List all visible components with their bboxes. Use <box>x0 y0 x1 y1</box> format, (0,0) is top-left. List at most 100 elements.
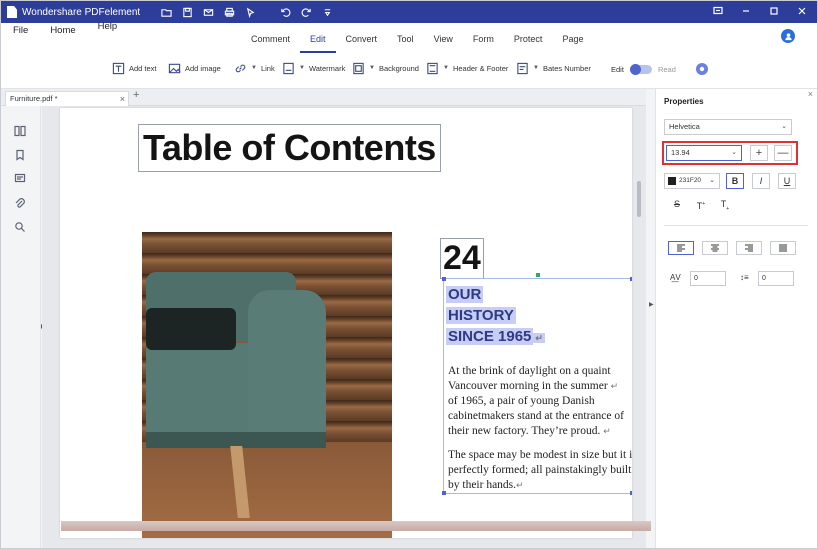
customize-arrow-icon[interactable] <box>321 6 334 18</box>
minimize-icon[interactable] <box>739 4 753 18</box>
vertical-scrollbar[interactable] <box>637 181 641 217</box>
tab-form[interactable]: Form <box>463 31 504 53</box>
header-footer-dropdown-icon: ▼ <box>443 65 449 71</box>
undo-icon[interactable] <box>279 6 292 18</box>
close-tab-icon[interactable]: × <box>120 92 125 106</box>
user-avatar-icon[interactable] <box>781 29 795 43</box>
para-line: of 1965, a pair of young Danish <box>448 395 595 407</box>
window-controls <box>711 4 809 18</box>
bookmark-icon[interactable] <box>13 148 27 162</box>
font-size-select[interactable]: 13.94 ⌄ <box>666 145 742 161</box>
align-right-button[interactable] <box>736 241 762 255</box>
subscript-button[interactable]: T+ <box>716 197 734 213</box>
close-panel-icon[interactable]: × <box>808 89 813 99</box>
comment-icon[interactable] <box>13 172 27 186</box>
bates-number-button[interactable]: ▼ Bates Number <box>515 61 591 75</box>
menu-help[interactable]: Help <box>98 21 118 32</box>
panel-divider <box>664 225 808 226</box>
next-page-edge <box>61 521 651 531</box>
increase-size-button[interactable]: + <box>750 145 768 161</box>
maximize-icon[interactable] <box>767 4 781 18</box>
decrease-size-button[interactable]: — <box>774 145 792 161</box>
para-line: At the brink of daylight on a quaint <box>448 365 611 377</box>
underline-button[interactable]: U <box>778 173 796 189</box>
tab-tool[interactable]: Tool <box>387 31 424 53</box>
paragraph-mark: ↵ <box>603 426 611 436</box>
feedback-icon[interactable] <box>711 4 725 18</box>
toc-title[interactable]: Table of Contents <box>138 124 441 172</box>
para-line: The space may be modest in size but it i… <box>448 449 632 461</box>
document-tab[interactable]: Furniture.pdf * × <box>5 91 129 106</box>
add-image-label: Add image <box>185 63 221 73</box>
chevron-down-icon: ⌄ <box>781 123 787 130</box>
menu-home[interactable]: Home <box>50 25 75 36</box>
new-tab-icon[interactable]: + <box>133 89 139 101</box>
resize-handle[interactable] <box>442 277 446 281</box>
history-heading[interactable]: OUR HISTORY SINCE 1965 ↵ <box>446 284 545 349</box>
link-button[interactable]: ▼ Link <box>233 61 275 75</box>
email-icon[interactable] <box>202 6 215 18</box>
font-size-value: 13.94 <box>671 148 690 157</box>
align-left-icon <box>677 244 685 252</box>
tab-edit[interactable]: Edit <box>300 31 336 53</box>
settings-gear-icon[interactable] <box>695 63 708 75</box>
save-icon[interactable] <box>181 6 194 18</box>
paragraph-mark: ↵ <box>610 381 619 391</box>
resize-handle[interactable] <box>630 277 632 281</box>
collapse-properties-icon[interactable]: ▶ <box>649 301 654 308</box>
font-color-picker[interactable]: 231F20 ⌄ <box>664 173 720 189</box>
edit-read-toggle[interactable]: Edit Read <box>611 63 708 75</box>
bold-button[interactable]: B <box>726 173 744 189</box>
resize-handle[interactable] <box>442 491 446 495</box>
ribbon-tabs: Comment Edit Convert Tool View Form Prot… <box>241 31 593 53</box>
tab-convert[interactable]: Convert <box>336 31 388 53</box>
sofa-arm <box>248 290 326 440</box>
tab-page[interactable]: Page <box>552 31 593 53</box>
redo-icon[interactable] <box>300 6 313 18</box>
align-left-button[interactable] <box>668 241 694 255</box>
watermark-button[interactable]: ▼ Watermark <box>281 61 345 75</box>
paragraph-mark: ↵ <box>533 333 545 343</box>
tab-protect[interactable]: Protect <box>504 31 553 53</box>
color-swatch <box>668 177 676 185</box>
watermark-dropdown-icon: ▼ <box>299 65 305 71</box>
line-spacing-input[interactable]: 0 <box>758 271 794 286</box>
justify-button[interactable] <box>770 241 796 255</box>
superscript-button[interactable]: T+ <box>692 197 710 213</box>
tab-view[interactable]: View <box>424 31 463 53</box>
menu-file[interactable]: File <box>13 25 28 36</box>
add-text-button[interactable]: Add text <box>111 61 157 75</box>
print-icon[interactable] <box>223 6 236 18</box>
rotate-handle[interactable] <box>536 273 540 277</box>
line-spacing-icon: ↕≡ <box>740 273 749 282</box>
chevron-down-icon: ⌄ <box>731 149 737 156</box>
add-image-button[interactable]: Add image <box>167 61 221 75</box>
align-center-button[interactable] <box>702 241 728 255</box>
para-line: by their hands. <box>448 479 517 491</box>
para-line: cabinetmakers stand at the entrance of <box>448 410 624 422</box>
background-button[interactable]: ▼ Background <box>351 61 419 75</box>
sofa-photo[interactable] <box>142 232 392 538</box>
page-number-24[interactable]: 24 <box>440 238 484 279</box>
strikethrough-button[interactable]: S <box>668 197 686 213</box>
font-family-select[interactable]: Helvetica ⌄ <box>664 119 792 135</box>
folder-icon[interactable] <box>160 6 173 18</box>
italic-button[interactable]: I <box>752 173 770 189</box>
read-mode-label: Read <box>657 64 676 74</box>
document-canvas: Table of Contents 24 OUR HISTORY SINCE 1… <box>42 106 646 548</box>
paragraph-2[interactable]: The space may be modest in size but it i… <box>448 448 632 493</box>
attachment-icon[interactable] <box>13 196 27 210</box>
header-footer-button[interactable]: ▼ Header & Footer <box>425 61 508 75</box>
header-footer-label: Header & Footer <box>452 63 509 73</box>
paragraph-mark: ↵ <box>516 480 524 490</box>
tab-comment[interactable]: Comment <box>241 31 300 53</box>
cursor-icon[interactable] <box>244 6 257 18</box>
left-sidebar <box>1 106 41 548</box>
close-icon[interactable] <box>795 4 809 18</box>
character-spacing-input[interactable]: 0 <box>690 271 726 286</box>
thumbnails-icon[interactable] <box>13 124 27 138</box>
paragraph-1[interactable]: At the brink of daylight on a quaint Van… <box>448 364 632 439</box>
search-icon[interactable] <box>13 220 27 234</box>
mode-switch[interactable] <box>629 63 652 75</box>
para-line: perfectly formed; all painstakingly buil… <box>448 464 632 476</box>
